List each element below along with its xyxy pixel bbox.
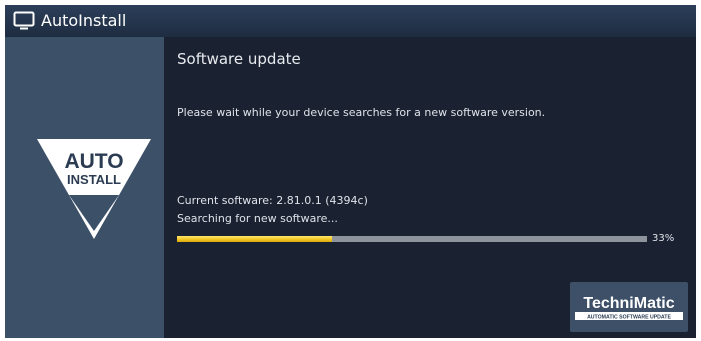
brand-tagline: AUTOMATIC SOFTWARE UPDATE [587,314,671,320]
logo-line-1: AUTO [64,150,123,173]
progress-bar-fill [177,236,333,242]
current-software-version: Current software: 2.81.0.1 (4394c) [177,194,368,207]
technimatic-badge: TechniMatic AUTOMATIC SOFTWARE UPDATE [570,282,688,332]
progress-percent: 33% [652,233,675,244]
page-title: Software update [177,50,301,68]
title-bar: AutoInstall [5,5,696,37]
search-status: Searching for new software... [177,212,338,225]
progress-bar [177,236,647,242]
auto-install-triangle-icon: AUTO INSTALL [37,139,151,239]
brand-name: TechniMatic [583,295,674,312]
main-content: Software update Please wait while your d… [164,37,696,338]
left-panel: AUTO INSTALL [5,37,164,338]
tv-icon [13,11,35,30]
technimatic-logo: TechniMatic AUTOMATIC SOFTWARE UPDATE [575,295,683,320]
tv-screen: AutoInstall AUTO INSTALL Software update… [5,5,696,338]
wait-message: Please wait while your device searches f… [177,106,546,119]
window-title: AutoInstall [41,11,127,30]
logo-line-2: INSTALL [67,172,121,187]
